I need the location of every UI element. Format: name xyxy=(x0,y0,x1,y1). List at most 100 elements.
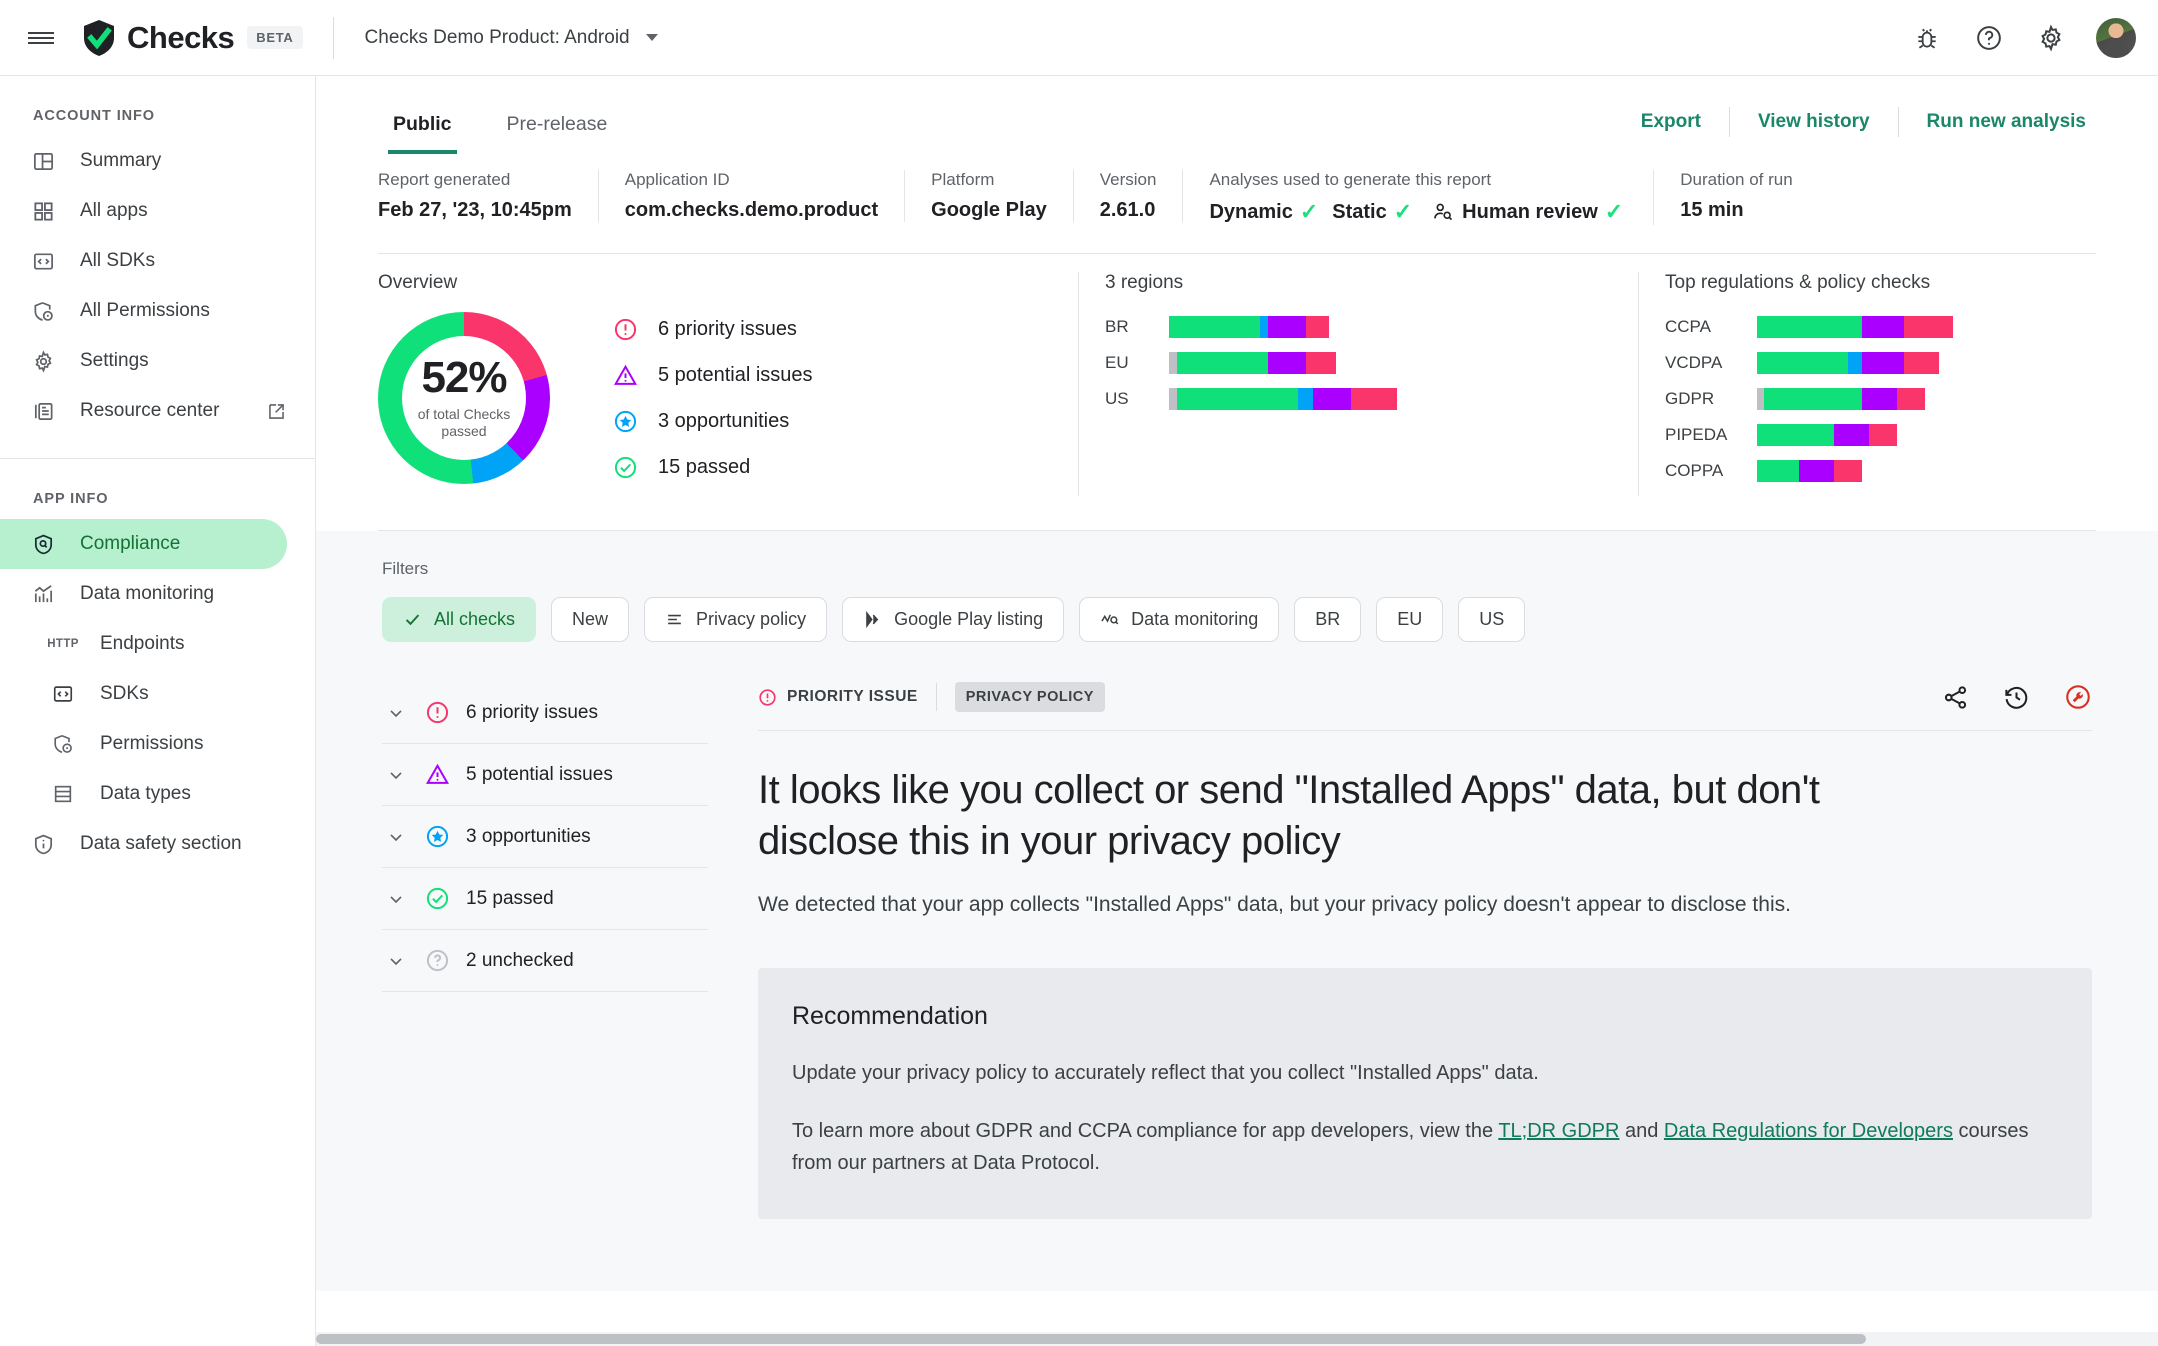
bar-segment-passed xyxy=(1176,388,1299,410)
history-icon[interactable] xyxy=(2003,684,2030,711)
chevron-down-icon[interactable] xyxy=(382,703,410,723)
regions-bar-chart: BR EU US xyxy=(1105,302,1612,410)
filter-chip-label: All checks xyxy=(434,609,516,629)
chart-monitor-icon xyxy=(28,579,58,609)
priority-issue-icon xyxy=(612,316,638,342)
sidebar-item-compliance[interactable]: Compliance xyxy=(0,519,287,569)
bar-segment-opportunities xyxy=(1298,388,1314,410)
legend-item-opportunities: 3 opportunities xyxy=(612,408,813,434)
issue-group-row[interactable]: 2 unchecked xyxy=(382,930,708,992)
status-badge: PRIORITY ISSUE xyxy=(758,688,918,707)
horizontal-scrollbar[interactable] xyxy=(316,1332,2158,1346)
bar-segment-potential-issues xyxy=(1267,316,1306,338)
legend-label: 6 priority issues xyxy=(658,317,797,340)
view-history-button[interactable]: View history xyxy=(1730,111,1898,133)
bar-category-label: GDPR xyxy=(1665,389,1715,408)
passed-check-icon xyxy=(612,454,638,480)
bar-category-label: US xyxy=(1105,389,1129,408)
chevron-down-icon[interactable] xyxy=(382,951,410,971)
hamburger-icon[interactable] xyxy=(18,15,64,61)
meta-duration: Duration of run 15 min xyxy=(1654,170,1818,222)
regulations-title: Top regulations & policy checks xyxy=(1665,272,1931,293)
sidebar-item-settings[interactable]: Settings xyxy=(0,336,287,386)
meta-version: Version 2.61.0 xyxy=(1074,170,1184,222)
sidebar-item-resource-center[interactable]: Resource center xyxy=(0,386,287,436)
filter-chip-all-checks[interactable]: All checks xyxy=(382,597,537,642)
topbar-actions xyxy=(1910,17,2158,58)
legend-label: 15 passed xyxy=(658,455,751,478)
fix-wrench-icon[interactable] xyxy=(2064,683,2092,711)
chevron-down-icon[interactable] xyxy=(382,889,410,909)
share-icon[interactable] xyxy=(1942,684,1969,711)
regulations-panel: Top regulations & policy checks CCPA VCDP… xyxy=(1638,272,2096,496)
bar-segment-potential-issues xyxy=(1313,388,1352,410)
filter-chip-privacy-policy[interactable]: Privacy policy xyxy=(644,597,828,642)
main-content: Public Pre-release Export View history R… xyxy=(316,76,2158,1346)
filter-chip-data-monitoring[interactable]: Data monitoring xyxy=(1079,597,1280,642)
sidebar-item-data-safety-section[interactable]: Data safety section xyxy=(0,819,287,869)
sidebar-item-permissions[interactable]: Permissions xyxy=(0,719,287,769)
sidebar-item-sdks[interactable]: SDKs xyxy=(0,669,287,719)
product-selector[interactable]: Checks Demo Product: Android xyxy=(365,27,658,49)
gear-icon xyxy=(28,346,58,376)
summary-icon xyxy=(28,146,58,176)
rec-text-pre: To learn more about GDPR and CCPA compli… xyxy=(792,1119,1499,1142)
export-button[interactable]: Export xyxy=(1613,111,1729,133)
issue-group-label: 6 priority issues xyxy=(466,701,598,723)
sidebar-item-label: Resource center xyxy=(80,400,220,421)
tab-public[interactable]: Public xyxy=(388,113,457,154)
bar-row: VCDPA xyxy=(1665,352,2070,374)
bar-segment-potential-issues xyxy=(1834,424,1869,446)
help-icon[interactable] xyxy=(1972,21,2006,55)
scrollbar-thumb[interactable] xyxy=(316,1334,1866,1344)
sidebar-item-all-apps[interactable]: All apps xyxy=(0,186,287,236)
filter-chip-eu[interactable]: EU xyxy=(1376,597,1444,642)
filter-chip-google-play-listing[interactable]: Google Play listing xyxy=(842,597,1065,642)
sidebar-item-data-types[interactable]: Data types xyxy=(0,769,287,819)
chevron-down-icon[interactable] xyxy=(382,827,410,847)
filter-chip-br[interactable]: BR xyxy=(1294,597,1362,642)
sidebar-item-all-permissions[interactable]: All Permissions xyxy=(0,286,287,336)
bar-category-label: CCPA xyxy=(1665,317,1711,336)
apps-grid-icon xyxy=(28,196,58,226)
sidebar-section-app: APP INFO xyxy=(33,491,109,507)
data-regulations-link[interactable]: Data Regulations for Developers xyxy=(1664,1120,1953,1142)
sidebar-item-endpoints[interactable]: HTTP Endpoints xyxy=(0,619,287,669)
issue-group-row[interactable]: 3 opportunities xyxy=(382,806,708,868)
bug-icon[interactable] xyxy=(1910,21,1944,55)
tab-pre-release[interactable]: Pre-release xyxy=(502,113,613,154)
issue-group-row[interactable]: 15 passed xyxy=(382,868,708,930)
sidebar-item-all-sdks[interactable]: All SDKs xyxy=(0,236,287,286)
chevron-down-icon xyxy=(645,34,658,41)
bar-category-label: PIPEDA xyxy=(1665,425,1728,444)
check-icon: ✓ xyxy=(1393,199,1413,224)
bar-track xyxy=(1757,424,1897,446)
donut-caption: of total Checks passed xyxy=(417,405,511,440)
rec-text-mid: and xyxy=(1619,1119,1664,1142)
meta-value: Feb 27, '23, 10:45pm xyxy=(378,199,572,221)
sidebar-item-data-monitoring[interactable]: Data monitoring xyxy=(0,569,287,619)
gear-icon[interactable] xyxy=(2034,21,2068,55)
run-new-analysis-button[interactable]: Run new analysis xyxy=(1899,111,2086,133)
sidebar-item-summary[interactable]: Summary xyxy=(0,136,287,186)
filter-chip-us[interactable]: US xyxy=(1458,597,1526,642)
chevron-down-icon[interactable] xyxy=(382,765,410,785)
category-tag: PRIVACY POLICY xyxy=(954,682,1105,712)
sidebar-section-account: ACCOUNT INFO xyxy=(33,108,155,124)
sidebar-item-label: Data monitoring xyxy=(80,583,215,604)
donut-chart: 52% of total Checks passed xyxy=(378,312,550,484)
code-brackets-icon xyxy=(48,679,78,709)
filter-chip-new[interactable]: New xyxy=(551,597,630,642)
tldr-gdpr-link[interactable]: TL;DR GDPR xyxy=(1498,1120,1619,1142)
top-app-bar: Checks BETA Checks Demo Product: Android xyxy=(0,0,2158,76)
issue-group-row[interactable]: 6 priority issues xyxy=(382,682,708,744)
bar-track xyxy=(1169,316,1329,338)
bar-segment-potential-issues xyxy=(1862,388,1897,410)
avatar[interactable] xyxy=(2096,17,2136,58)
issue-group-row[interactable]: 5 potential issues xyxy=(382,744,708,806)
bar-segment-potential-issues xyxy=(1862,352,1904,374)
legend-label: 3 opportunities xyxy=(658,409,790,432)
issue-group-label: 5 potential issues xyxy=(466,763,613,785)
filter-chip-label: BR xyxy=(1315,609,1341,629)
bar-track xyxy=(1169,388,1397,410)
